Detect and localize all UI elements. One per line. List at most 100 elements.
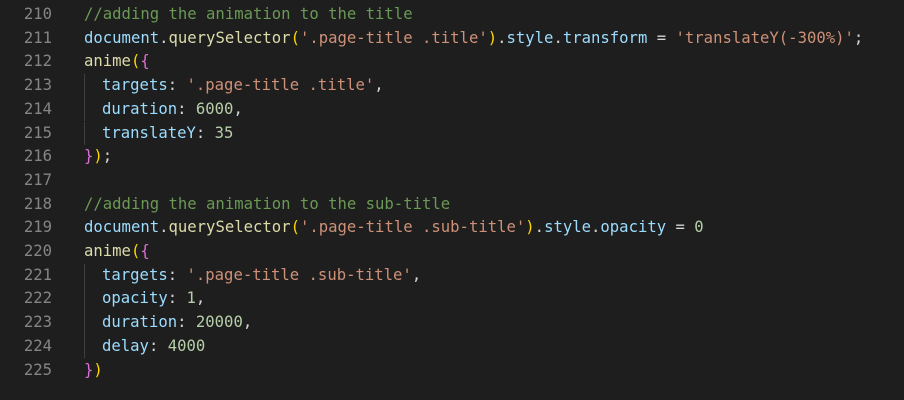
code-line[interactable]: 219 document.querySelector('.page-title .…: [0, 216, 904, 240]
code-token: .: [534, 218, 545, 237]
code-token: ;: [853, 28, 864, 47]
code-line[interactable]: 217: [0, 169, 904, 193]
indent-guide: [84, 263, 85, 288]
code-text: targets: '.page-title .sub-title',: [102, 264, 421, 288]
line-number: 223: [23, 313, 52, 332]
code-text: duration: 6000,: [102, 98, 243, 122]
code-token: (: [130, 242, 141, 260]
code-line[interactable]: 216});: [0, 145, 904, 169]
code-token: :: [167, 265, 187, 284]
code-line[interactable]: 215 translateY: 35: [0, 121, 904, 146]
code-line[interactable]: 225}): [0, 359, 904, 383]
code-text: document.querySelector('.page-title .tit…: [84, 27, 863, 51]
code-token: '.page-title .sub-title': [299, 218, 526, 237]
code-token: document: [84, 218, 160, 237]
code-line[interactable]: 223 duration: 20000,: [0, 311, 904, 335]
code-token: targets: [102, 265, 168, 284]
code-text: }): [84, 359, 103, 383]
code-token: :: [167, 76, 187, 95]
code-token: style: [544, 218, 592, 237]
code-token: 0: [694, 218, 704, 237]
code-token: .: [497, 28, 507, 47]
code-token: 'translateY(-300%)': [675, 28, 854, 47]
code-token: :: [167, 289, 187, 308]
code-text: anime({: [84, 240, 150, 264]
code-token: }: [84, 360, 94, 379]
code-token: .: [159, 28, 169, 47]
line-number: 212: [23, 52, 52, 71]
code-token: ): [487, 28, 498, 47]
code-token: querySelector: [168, 218, 291, 237]
code-line[interactable]: 213 targets: '.page-title .title',: [0, 74, 904, 98]
code-token: anime: [84, 242, 131, 260]
code-token: .: [159, 218, 169, 237]
line-number: 210: [23, 5, 52, 23]
code-token: querySelector: [168, 28, 291, 47]
line-number: 213: [23, 76, 52, 95]
code-token: 20000: [195, 313, 243, 332]
code-token: opacity: [600, 218, 667, 237]
code-token: ): [93, 360, 103, 379]
code-token: ,: [411, 265, 422, 284]
code-line[interactable]: 224 delay: 4000: [0, 334, 904, 359]
code-token: //adding the animation to the sub-title: [84, 194, 451, 213]
code-token: }: [84, 147, 94, 166]
code-token: targets: [102, 76, 168, 95]
code-line[interactable]: 212 anime({: [0, 50, 904, 74]
code-token: .: [553, 28, 563, 47]
code-token: :: [177, 99, 196, 118]
code-line[interactable]: 210 //adding the animation to the title: [0, 3, 904, 27]
code-token: style: [506, 28, 554, 47]
code-token: =: [647, 28, 676, 47]
code-line[interactable]: 211 document.querySelector('.page-title .…: [0, 27, 904, 51]
code-token: //adding the animation to the title: [84, 5, 413, 23]
indent-guide: [84, 74, 85, 98]
code-token: :: [195, 123, 215, 142]
line-number: 219: [23, 218, 52, 237]
code-token: ;: [102, 147, 113, 166]
code-token: ,: [233, 99, 243, 118]
line-number: 224: [23, 336, 52, 355]
code-editor[interactable]: 210//adding the animation to the title 21…: [0, 0, 904, 400]
code-text: });: [84, 145, 112, 169]
line-number: 225: [23, 360, 52, 379]
code-text: //adding the animation to the sub-title: [84, 193, 450, 217]
code-token: '.page-title .title': [299, 28, 488, 47]
line-number: 216: [23, 147, 52, 166]
line-number: 214: [23, 99, 52, 118]
code-text: anime({: [84, 50, 150, 74]
code-text: targets: '.page-title .title',: [102, 74, 384, 98]
code-line[interactable]: 222 opacity: 1,: [0, 287, 904, 312]
code-line[interactable]: 218 //adding the animation to the sub-tit…: [0, 193, 904, 217]
line-number: 218: [23, 194, 52, 213]
code-token: ,: [195, 289, 206, 308]
indent-guide: [84, 97, 85, 122]
code-text: delay: 4000: [102, 335, 205, 359]
code-token: transform: [562, 28, 648, 47]
code-line[interactable]: 214 duration: 6000,: [0, 97, 904, 122]
line-number: 215: [23, 123, 52, 142]
code-token: 1: [186, 289, 196, 308]
code-token: document: [84, 28, 160, 47]
code-text: translateY: 35: [102, 122, 233, 146]
code-line[interactable]: 220 anime({: [0, 240, 904, 264]
code-token: duration: [102, 313, 178, 332]
code-text: opacity: 1,: [102, 287, 205, 311]
code-token: (: [290, 218, 300, 237]
code-token: ,: [242, 313, 253, 332]
code-line[interactable]: 221 targets: '.page-title .sub-title',: [0, 263, 904, 288]
code-token: 35: [214, 123, 234, 142]
line-number: 221: [23, 265, 52, 284]
code-token: (: [290, 28, 300, 47]
code-token: duration: [102, 99, 178, 118]
line-number: 220: [23, 242, 52, 260]
code-token: :: [148, 336, 168, 355]
line-number: 222: [23, 289, 52, 308]
line-number: 217: [23, 170, 52, 189]
indent-guide: [84, 311, 85, 335]
code-text: duration: 20000,: [102, 311, 252, 335]
code-token: translateY: [102, 123, 196, 142]
code-token: '.page-title .title': [186, 76, 375, 95]
code-token: :: [177, 313, 196, 332]
code-token: ,: [374, 76, 384, 95]
